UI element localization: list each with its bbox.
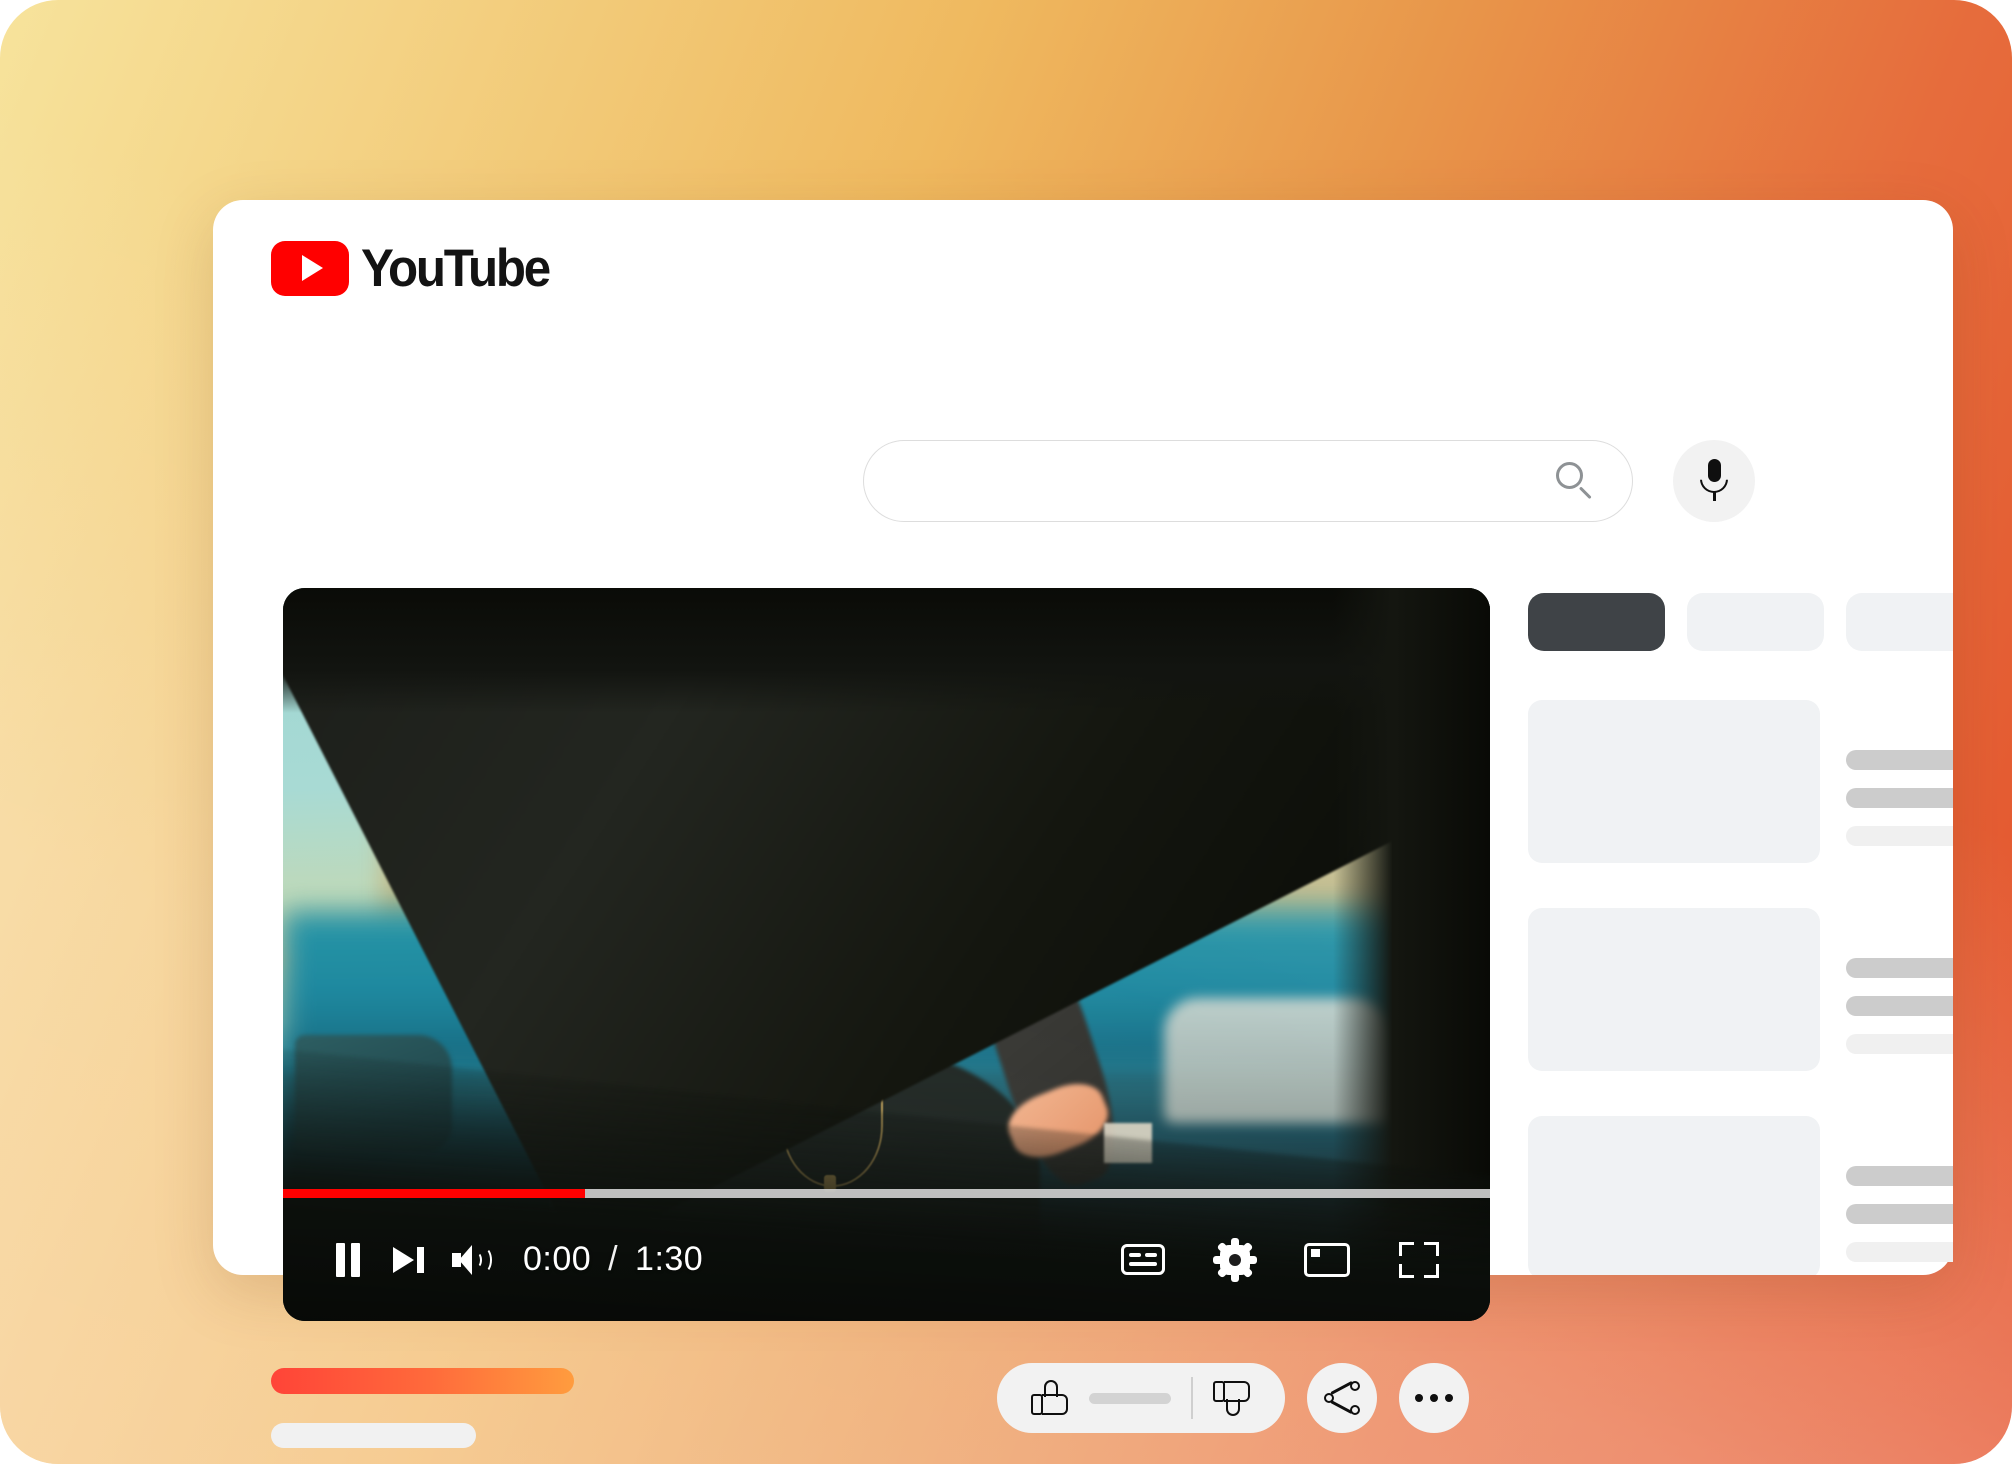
video-title-line	[1846, 957, 1953, 978]
video-channel-placeholder	[271, 1423, 476, 1448]
video-meta-line	[1846, 825, 1953, 846]
like-count-placeholder	[1089, 1392, 1171, 1404]
play-triangle-icon	[302, 255, 323, 281]
share-button[interactable]	[1306, 1363, 1377, 1433]
youtube-play-icon	[271, 240, 349, 296]
youtube-app-card: YouTube 0:00 / 1:30	[213, 200, 1953, 1448]
captions-icon	[1121, 1244, 1165, 1275]
time-display: 0:00 / 1:30	[523, 1240, 703, 1279]
pause-icon	[335, 1242, 361, 1277]
progress-scrubber[interactable]	[283, 1189, 1490, 1198]
like-dislike-group	[997, 1363, 1285, 1433]
video-thumbnail-placeholder	[1528, 1116, 1820, 1275]
share-icon	[1323, 1380, 1360, 1415]
thumbs-down-icon	[1212, 1380, 1251, 1416]
settings-gear-icon	[1213, 1237, 1257, 1282]
youtube-wordmark: YouTube	[361, 238, 551, 298]
next-video-button[interactable]	[379, 1229, 441, 1291]
video-action-row	[997, 1363, 1469, 1433]
page-backdrop: YouTube 0:00 / 1:30	[0, 0, 2012, 1464]
video-title-line	[1846, 749, 1953, 770]
video-meta-line	[1846, 1033, 1953, 1054]
volume-icon	[452, 1244, 492, 1276]
video-meta-line	[1846, 1241, 1953, 1262]
thumbs-up-icon	[1031, 1380, 1069, 1416]
search-icon[interactable]	[1556, 462, 1594, 500]
more-options-button[interactable]	[1398, 1363, 1469, 1433]
video-title-line	[1846, 1165, 1953, 1186]
like-button[interactable]	[1031, 1380, 1171, 1416]
filter-chip-row	[1528, 593, 1953, 651]
time-separator: /	[608, 1240, 619, 1278]
car-roof	[283, 588, 1490, 713]
youtube-logo[interactable]: YouTube	[271, 240, 563, 296]
pause-button[interactable]	[317, 1229, 379, 1291]
video-channel-line	[1846, 1203, 1953, 1224]
current-time: 0:00	[523, 1240, 592, 1278]
player-controls-row: 0:00 / 1:30	[283, 1198, 1490, 1321]
video-text-placeholders	[1846, 908, 1953, 1071]
search-input[interactable]	[864, 441, 1632, 521]
captions-button[interactable]	[1112, 1229, 1174, 1291]
duration: 1:30	[635, 1240, 704, 1278]
list-item[interactable]	[1528, 1116, 1953, 1275]
filter-chip-3[interactable]	[1846, 593, 1953, 651]
fullscreen-icon	[1399, 1241, 1439, 1278]
filter-chip-2[interactable]	[1687, 593, 1824, 651]
video-meta	[271, 1368, 831, 1448]
video-text-placeholders	[1846, 700, 1953, 863]
miniplayer-icon	[1304, 1242, 1350, 1277]
video-thumbnail-placeholder	[1528, 700, 1820, 863]
settings-button[interactable]	[1204, 1229, 1266, 1291]
miniplayer-button[interactable]	[1296, 1229, 1358, 1291]
recommendations-sidebar	[1528, 200, 1953, 1275]
video-player[interactable]: 0:00 / 1:30	[283, 588, 1490, 1321]
video-thumbnail-placeholder	[1528, 908, 1820, 1071]
filter-chip-all[interactable]	[1528, 593, 1665, 651]
search-bar[interactable]	[863, 440, 1633, 522]
progress-filled	[283, 1189, 585, 1198]
more-options-icon	[1414, 1394, 1453, 1402]
recommended-video-list	[1528, 700, 1953, 1275]
list-item[interactable]	[1528, 700, 1953, 863]
video-channel-line	[1846, 787, 1953, 808]
video-title-placeholder	[271, 1368, 574, 1394]
search-icon-handle	[1578, 486, 1592, 500]
volume-button[interactable]	[441, 1229, 503, 1291]
player-controls: 0:00 / 1:30	[283, 1189, 1490, 1321]
next-video-icon	[393, 1246, 427, 1273]
search-icon-ring	[1556, 462, 1583, 489]
dislike-button[interactable]	[1212, 1380, 1251, 1416]
right-player-controls	[1112, 1229, 1450, 1291]
video-text-placeholders	[1846, 1116, 1953, 1275]
like-divider	[1191, 1377, 1193, 1419]
list-item[interactable]	[1528, 908, 1953, 1071]
fullscreen-button[interactable]	[1388, 1229, 1450, 1291]
video-channel-line	[1846, 995, 1953, 1016]
